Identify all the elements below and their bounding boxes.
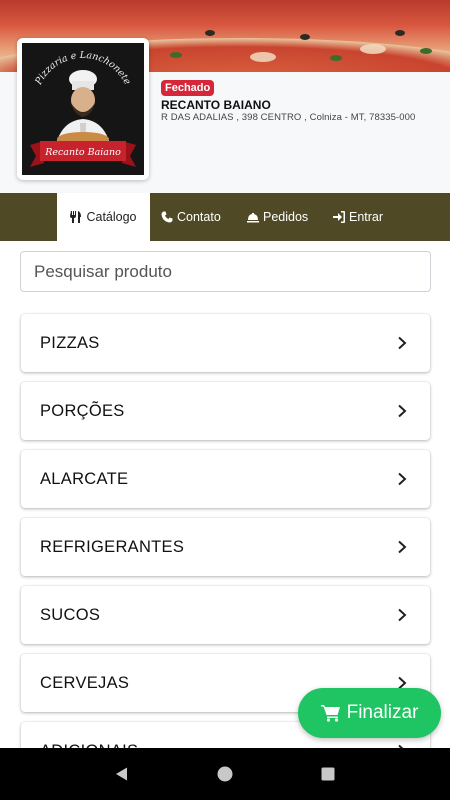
category-refrigerantes[interactable]: REFRIGERANTES	[21, 518, 430, 576]
tab-contato[interactable]: Contato	[161, 193, 221, 241]
category-porcoes[interactable]: PORÇÕES	[21, 382, 430, 440]
finalizar-button[interactable]: Finalizar	[298, 688, 441, 738]
chef-logo-image: Pizzaria e Lanchonete Recanto Baiano	[22, 43, 144, 175]
home-icon[interactable]	[216, 765, 234, 783]
store-logo: Pizzaria e Lanchonete Recanto Baiano	[17, 38, 149, 180]
chevron-right-icon	[398, 608, 407, 622]
logo-ribbon-text: Recanto Baiano	[44, 147, 121, 158]
utensils-icon	[70, 211, 82, 223]
category-alarcate[interactable]: ALARCATE	[21, 450, 430, 508]
category-label: ALARCATE	[40, 469, 129, 488]
sign-in-icon	[333, 211, 345, 223]
cart-icon	[320, 705, 340, 722]
status-badge: Fechado	[161, 80, 215, 96]
recents-icon[interactable]	[319, 765, 337, 783]
nav-bar: Catálogo Contato Pedidos Entrar	[0, 193, 450, 241]
system-nav-bar	[0, 748, 450, 800]
category-label: REFRIGERANTES	[40, 537, 185, 556]
search-input[interactable]	[20, 251, 431, 292]
store-address: R DAS ADALIAS , 398 CENTRO , Colniza - M…	[161, 112, 416, 123]
chevron-right-icon	[398, 540, 407, 554]
chevron-right-icon	[398, 472, 407, 486]
category-label: CERVEJAS	[40, 673, 130, 692]
tab-contato-label: Contato	[177, 210, 221, 224]
category-label: SUCOS	[40, 605, 101, 624]
category-pizzas[interactable]: PIZZAS	[21, 314, 430, 372]
chevron-right-icon	[398, 404, 407, 418]
store-name: RECANTO BAIANO	[161, 98, 271, 112]
tab-entrar[interactable]: Entrar	[333, 193, 383, 241]
cloche-icon	[247, 213, 259, 223]
tab-catalogo[interactable]: Catálogo	[57, 193, 150, 241]
category-label: PORÇÕES	[40, 401, 125, 420]
phone-icon	[161, 211, 173, 223]
tab-pedidos[interactable]: Pedidos	[247, 193, 308, 241]
finalizar-label: Finalizar	[346, 702, 419, 723]
category-sucos[interactable]: SUCOS	[21, 586, 430, 644]
tab-pedidos-label: Pedidos	[263, 210, 309, 224]
tab-catalogo-label: Catálogo	[86, 210, 137, 224]
back-icon[interactable]	[113, 765, 131, 783]
tab-entrar-label: Entrar	[349, 210, 384, 224]
category-label: PIZZAS	[40, 333, 100, 352]
chevron-right-icon	[398, 336, 407, 350]
